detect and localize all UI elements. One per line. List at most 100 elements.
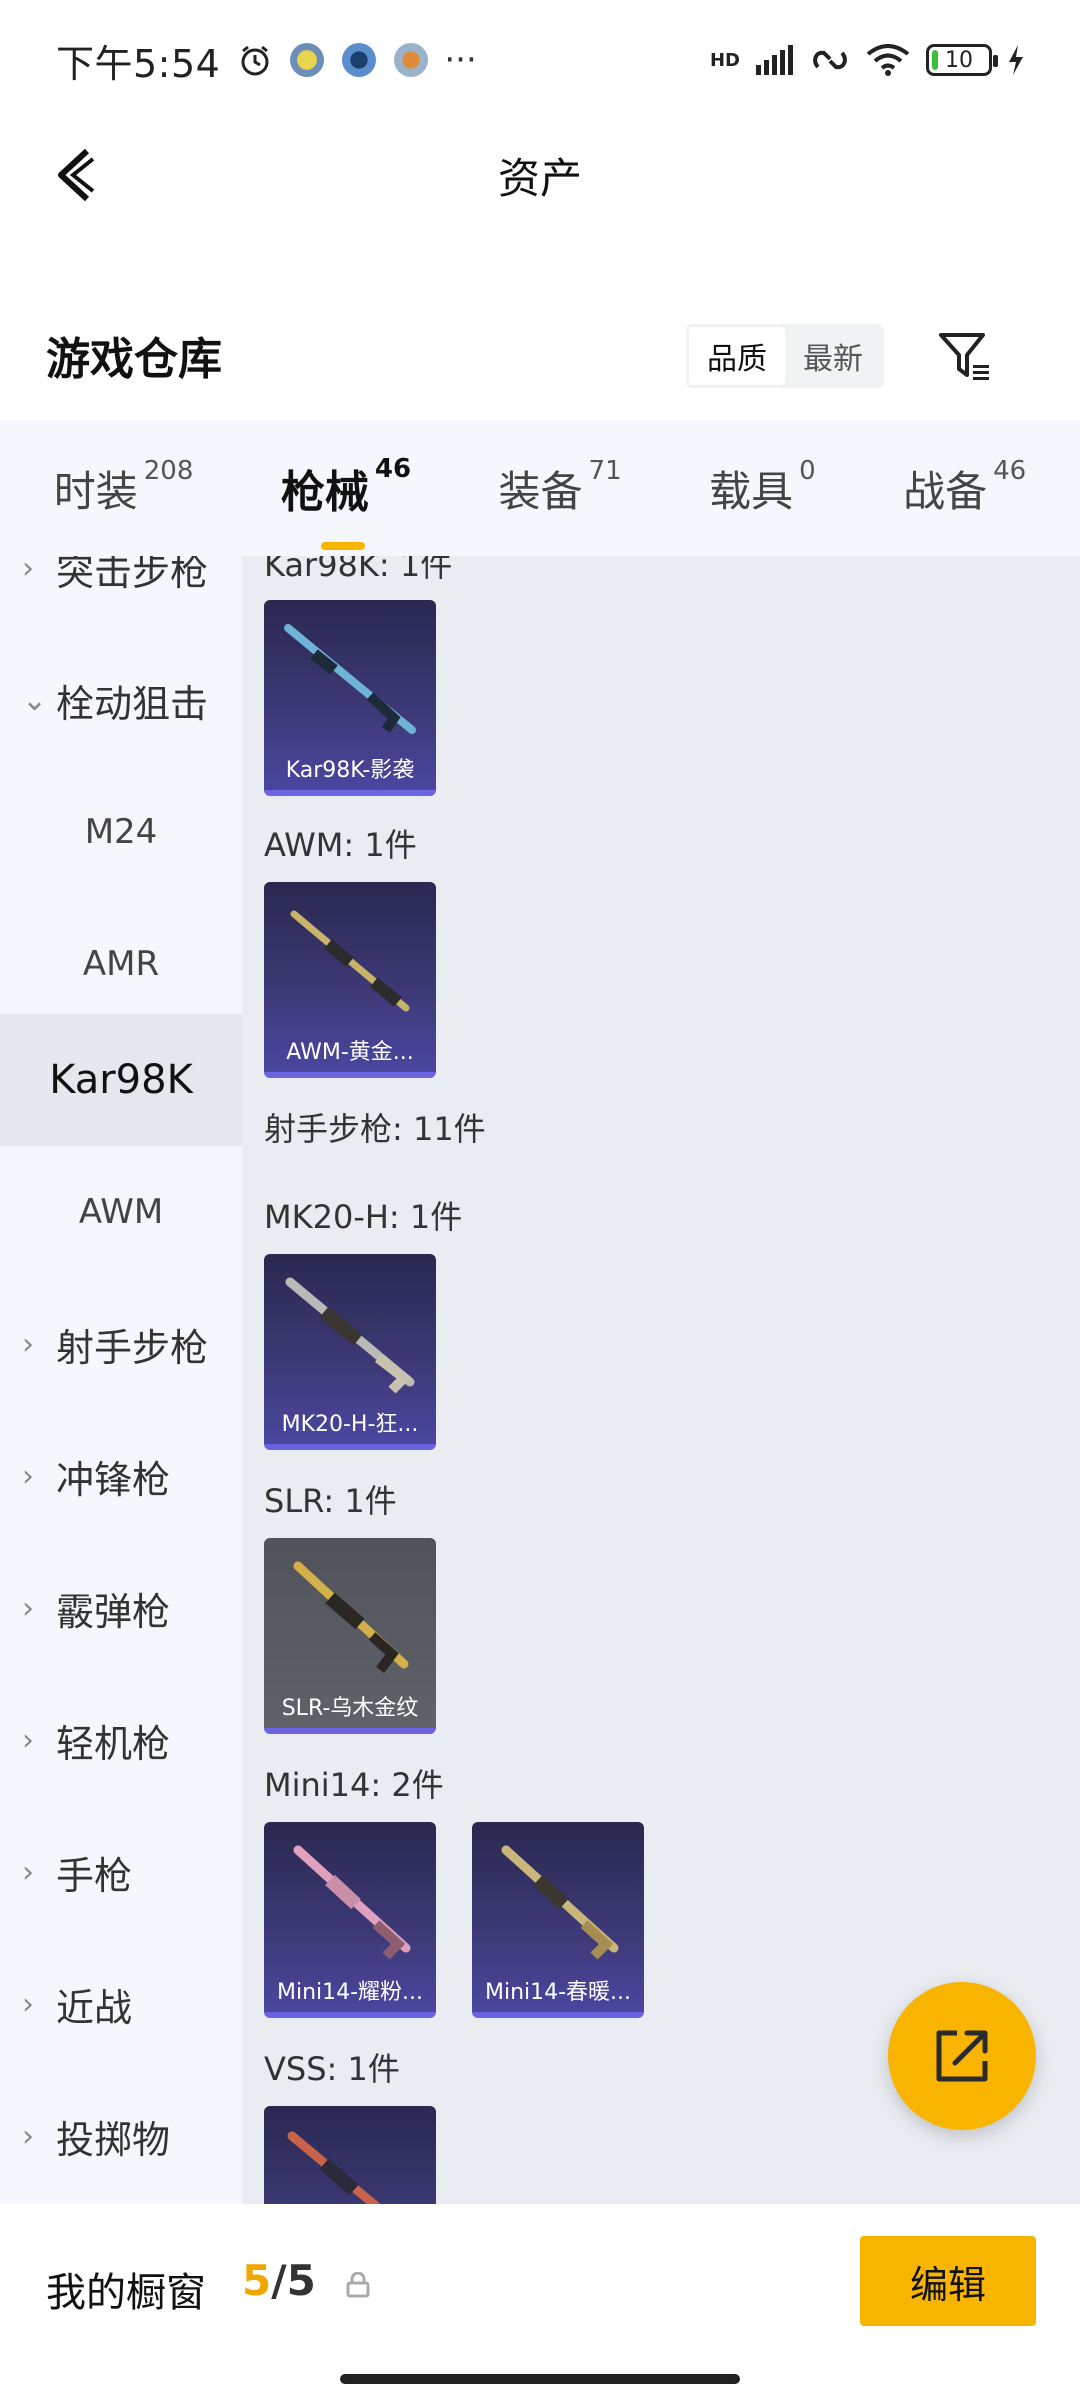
chevron-right-icon: › [22,1590,34,1626]
category-tabs: 时装 208 枪械 46 装备 71 载具 0 战备 46 [0,420,1080,556]
sidebar-item-melee[interactable]: › 近战 [0,1938,242,2070]
showcase-current: 5 [242,2256,272,2305]
sidebar-item-label: 轻机枪 [56,1721,171,1766]
chevron-right-icon: › [22,1722,34,1758]
weapon-card[interactable] [264,2106,436,2204]
tab-vehicles[interactable]: 载具 0 [709,456,816,519]
card-label: Mini14-耀粉... [276,1980,424,2005]
weapon-card[interactable]: SLR-乌木金纹 [264,1538,436,1734]
chevron-right-icon: › [22,1854,34,1890]
status-time: 下午5:54 [56,41,221,86]
charging-icon [1009,45,1023,75]
chevron-right-icon: › [22,2118,34,2154]
group-label: SLR: 1件 [264,1482,397,1520]
sidebar-item-m24[interactable]: M24 [0,766,242,898]
showcase-max: 5 [286,2256,316,2305]
sidebar-item-amr[interactable]: AMR [0,898,242,1030]
rifle-icon [293,1561,409,1673]
rifle-icon [290,910,410,1012]
sidebar-item-label: 射手步枪 [56,1325,209,1370]
chevron-right-icon: › [22,1458,34,1494]
group-label: MK20-H: 1件 [264,1198,463,1236]
tab-count: 208 [143,455,194,486]
showcase-separator: / [271,2256,287,2305]
alarm-icon [241,45,269,76]
battery-level: 10 [945,47,973,73]
app-notification-icon [394,43,429,77]
sidebar-item-smg[interactable]: › 冲锋枪 [0,1410,242,1542]
card-label: MK20-H-狂... [281,1412,419,1437]
share-icon [936,2030,988,2082]
sidebar-item-pistol[interactable]: › 手枪 [0,1806,242,1938]
link-icon [813,50,847,70]
weapon-card[interactable]: MK20-H-狂... [264,1254,436,1450]
card-label: AWM-黄金... [286,1040,414,1065]
chevron-down-icon: ⌄ [22,682,48,718]
weapon-card[interactable]: Kar98K-影袭 [264,600,436,796]
tab-label: 战备 [903,466,988,516]
status-notification-icons [238,43,429,77]
app-notification-icon [342,43,377,77]
tab-fashion[interactable]: 时装 208 [53,455,194,519]
group-label: Kar98K: 1件 [264,556,453,584]
home-indicator[interactable] [340,2374,740,2384]
active-tab-indicator [320,542,365,550]
tab-label: 载具 [709,466,794,516]
lock-icon [346,2272,370,2298]
tab-supplies[interactable]: 战备 46 [903,455,1027,519]
share-fab-button[interactable] [888,1982,1036,2130]
tab-count: 46 [993,455,1027,486]
weapon-card[interactable]: AWM-黄金... [264,882,436,1078]
sidebar-item-awm[interactable]: AWM [0,1146,242,1278]
edit-button[interactable]: 编辑 [860,2236,1036,2326]
sort-option-newest[interactable]: 最新 [785,327,881,385]
sidebar-item-shotgun[interactable]: › 霰弹枪 [0,1542,242,1674]
battery-icon: 10 [926,44,998,76]
page-header: 资产 [0,120,1080,230]
rifle-icon [285,1277,415,1394]
status-system-icons: HD 10 [710,44,1024,76]
sidebar-item-bolt-sniper[interactable]: ⌄ 栓动狙击 [0,634,242,766]
weapon-card[interactable]: Mini14-春暖... [472,1822,644,2018]
sidebar-item-label: 突击步枪 [56,556,209,594]
showcase-bar: 我的橱窗 5/5 编辑 [0,2204,1080,2400]
tab-count: 71 [588,455,622,486]
sidebar-item-label: 近战 [56,1985,133,2030]
group-label: 射手步枪: 11件 [264,1110,486,1148]
network-type: HD [709,49,740,71]
page-title: 资产 [497,153,582,203]
app-notification-icon [290,43,325,77]
tab-count: 46 [374,454,412,484]
sidebar-item-label: 霰弹枪 [56,1589,171,1634]
card-label: Kar98K-影袭 [285,758,415,783]
chevron-right-icon: › [22,1326,34,1362]
sidebar-item-kar98k[interactable]: Kar98K [0,1014,242,1146]
warehouse-title: 游戏仓库 [46,334,222,385]
card-label: Mini14-春暖... [484,1980,632,2005]
weapon-card[interactable]: Mini14-耀粉... [264,1822,436,2018]
sidebar-item-lmg[interactable]: › 轻机枪 [0,1674,242,1806]
sidebar-item-label: 投掷物 [56,2117,171,2162]
filter-button[interactable] [930,322,1000,392]
sidebar-item-assault-rifle[interactable]: › 突击步枪 [0,556,242,634]
signal-icon [756,45,793,75]
rifle-icon [293,1845,411,1960]
tab-label: 枪械 [280,467,369,518]
tab-label: 装备 [498,466,583,516]
sidebar-item-label: 冲锋枪 [56,1457,171,1502]
sort-option-quality[interactable]: 品质 [689,327,785,385]
tab-equipment[interactable]: 装备 71 [498,455,622,519]
rifle-icon [284,624,416,734]
back-button[interactable] [40,140,110,210]
showcase-label: 我的橱窗 [46,2270,206,2316]
sidebar-item-throwable[interactable]: › 投掷物 [0,2070,242,2202]
sidebar-item-label: 手枪 [56,1853,133,1898]
group-label: Mini14: 2件 [264,1766,444,1804]
tab-weapons[interactable]: 枪械 46 [280,454,412,550]
rifle-icon [287,2131,381,2204]
group-label: AWM: 1件 [264,826,417,864]
group-label: VSS: 1件 [264,2050,400,2088]
sidebar-item-marksman-rifle[interactable]: › 射手步枪 [0,1278,242,1410]
chevron-right-icon: › [22,1986,34,2022]
tab-label: 时装 [53,466,138,516]
